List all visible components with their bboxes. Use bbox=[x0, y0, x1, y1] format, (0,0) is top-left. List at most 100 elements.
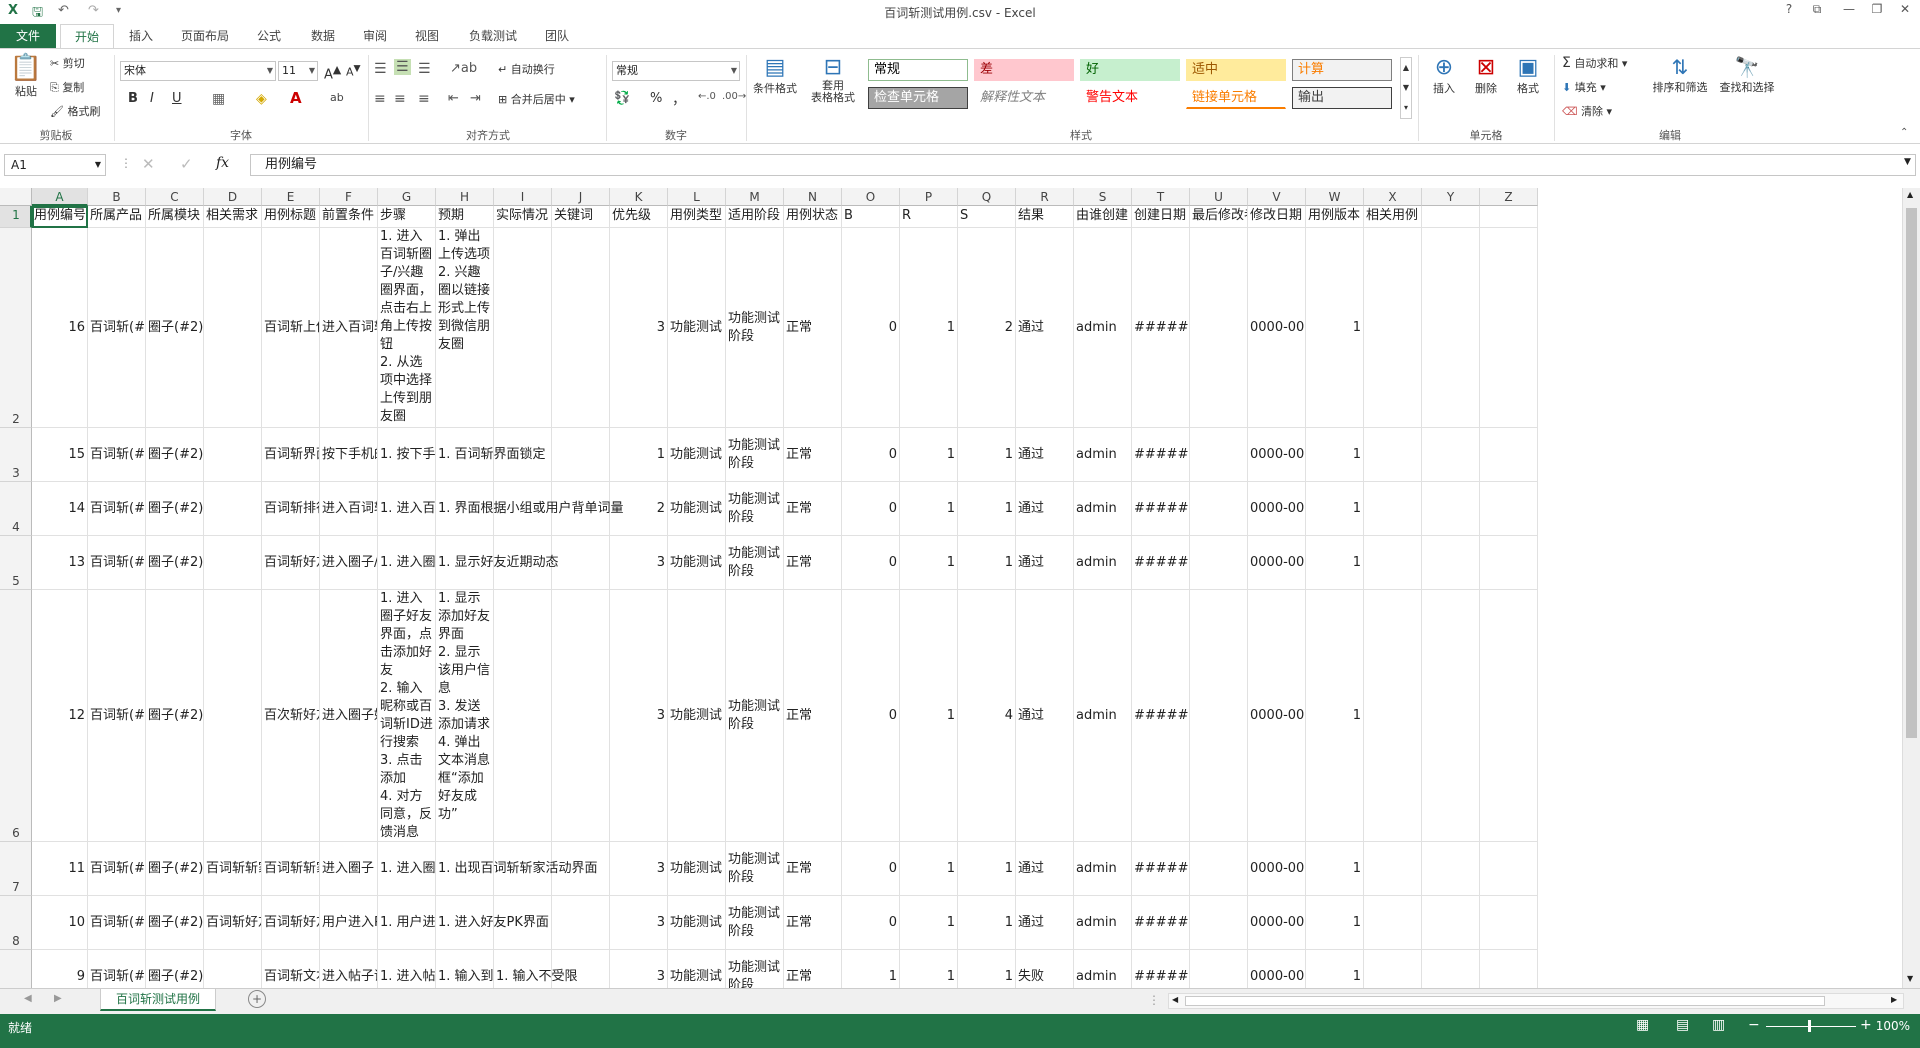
table-cell[interactable]: 0 bbox=[842, 228, 900, 428]
table-cell[interactable]: 百词斩好友 bbox=[262, 896, 320, 950]
font-name-select[interactable]: 宋体 ▼ bbox=[120, 61, 276, 81]
table-cell[interactable]: 16 bbox=[32, 228, 88, 428]
align-bottom-icon[interactable]: ☰ bbox=[418, 61, 431, 77]
table-cell[interactable]: 1 bbox=[1306, 590, 1364, 842]
table-cell[interactable] bbox=[1480, 482, 1538, 536]
fill-color-icon[interactable]: ◈ bbox=[256, 91, 267, 107]
fill-button[interactable]: ⬇ 填充 ▾ bbox=[1562, 79, 1606, 95]
row-header[interactable]: 2 bbox=[0, 228, 32, 428]
table-cell[interactable]: admin bbox=[1074, 536, 1132, 590]
table-cell[interactable]: 正常 bbox=[784, 536, 842, 590]
table-cell[interactable]: 1 bbox=[958, 536, 1016, 590]
tab-review[interactable]: 审阅 bbox=[352, 24, 398, 48]
table-cell[interactable] bbox=[1422, 896, 1480, 950]
table-cell[interactable]: 1. 进入百 bbox=[378, 482, 436, 536]
header-cell[interactable]: 相关需求 bbox=[204, 206, 262, 228]
table-cell[interactable]: 1. 进入圈子好友界面，点击添加好友 2. 输入昵称或百词斩ID进行搜索 3. … bbox=[378, 590, 436, 842]
column-header-x[interactable]: X bbox=[1364, 188, 1422, 206]
tab-formulas[interactable]: 公式 bbox=[246, 24, 292, 48]
table-cell[interactable]: 3 bbox=[610, 950, 668, 988]
table-cell[interactable]: 功能测试阶段 bbox=[726, 842, 784, 896]
table-cell[interactable]: 百词斩(#1 bbox=[88, 428, 146, 482]
table-cell[interactable]: 1 bbox=[1306, 428, 1364, 482]
clear-button[interactable]: ⌫ 清除 ▾ bbox=[1562, 103, 1612, 119]
ribbon-display-button[interactable]: ⧉ bbox=[1806, 2, 1828, 20]
tab-insert[interactable]: 插入 bbox=[118, 24, 164, 48]
table-cell[interactable]: 14 bbox=[32, 482, 88, 536]
table-cell[interactable] bbox=[552, 536, 610, 590]
scroll-up-icon[interactable]: ▲ bbox=[1907, 190, 1913, 199]
sheet-tab[interactable]: 百词斩测试用例 bbox=[100, 989, 216, 1011]
percent-button[interactable]: % bbox=[650, 91, 662, 106]
scroll-right-icon[interactable]: ▶ bbox=[1891, 995, 1897, 1004]
table-cell[interactable]: 1 bbox=[1306, 228, 1364, 428]
number-format-select[interactable]: 常规 ▼ bbox=[612, 61, 740, 81]
table-cell[interactable] bbox=[1480, 896, 1538, 950]
table-cell[interactable]: 0 bbox=[842, 842, 900, 896]
table-cell[interactable]: 百次斩好友 bbox=[262, 590, 320, 842]
table-cell[interactable]: 正常 bbox=[784, 590, 842, 842]
tab-view[interactable]: 视图 bbox=[404, 24, 450, 48]
zoom-in-icon[interactable]: + bbox=[1860, 1017, 1872, 1033]
header-cell[interactable]: 前置条件 bbox=[320, 206, 378, 228]
zoom-slider[interactable] bbox=[1766, 1026, 1856, 1027]
insert-function-button[interactable]: fx bbox=[216, 155, 229, 171]
table-cell[interactable]: 0000-00-0 bbox=[1248, 536, 1306, 590]
cell-style-9[interactable]: 输出 bbox=[1292, 87, 1392, 109]
cancel-icon[interactable]: ✕ bbox=[142, 155, 155, 173]
row-header[interactable]: 9 bbox=[0, 950, 32, 988]
table-cell[interactable]: 3 bbox=[610, 228, 668, 428]
row-header[interactable]: 4 bbox=[0, 482, 32, 536]
scroll-down-icon[interactable]: ▼ bbox=[1907, 974, 1913, 983]
table-cell[interactable] bbox=[1190, 536, 1248, 590]
header-cell[interactable]: 所属模块 bbox=[146, 206, 204, 228]
table-cell[interactable] bbox=[1480, 950, 1538, 988]
align-right-icon[interactable]: ≡ bbox=[418, 91, 430, 107]
header-cell[interactable]: 优先级 bbox=[610, 206, 668, 228]
column-header-p[interactable]: P bbox=[900, 188, 958, 206]
align-left-icon[interactable]: ≡ bbox=[374, 91, 386, 107]
collapse-ribbon-icon[interactable]: ⌃ bbox=[1900, 127, 1908, 138]
table-cell[interactable]: 1 bbox=[900, 428, 958, 482]
table-cell[interactable]: 圈子(#2) bbox=[146, 482, 204, 536]
table-cell[interactable] bbox=[1422, 228, 1480, 428]
table-cell[interactable]: 0 bbox=[842, 482, 900, 536]
cell-style-0[interactable]: 常规 bbox=[868, 59, 968, 81]
table-cell[interactable]: 通过 bbox=[1016, 842, 1074, 896]
cell-style-7[interactable]: 警告文本 bbox=[1080, 87, 1180, 109]
table-cell[interactable]: 1. 显示添加好友界面 2. 显示该用户信息 3. 发送添加请求 4. 弹出文本… bbox=[436, 590, 494, 842]
cell-style-4[interactable]: 计算 bbox=[1292, 59, 1392, 81]
table-cell[interactable]: 圈子(#2) bbox=[146, 228, 204, 428]
table-cell[interactable] bbox=[204, 590, 262, 842]
enter-icon[interactable]: ✓ bbox=[180, 155, 193, 173]
table-cell[interactable]: 15 bbox=[32, 428, 88, 482]
column-header-o[interactable]: O bbox=[842, 188, 900, 206]
column-header-k[interactable]: K bbox=[610, 188, 668, 206]
merge-center-button[interactable]: ⊞ 合并后居中 ▾ bbox=[498, 91, 575, 107]
table-cell[interactable]: 进入圈子好 bbox=[320, 590, 378, 842]
horizontal-scrollbar[interactable]: ◀ ▶ bbox=[1168, 993, 1904, 1009]
header-cell[interactable]: 预期 bbox=[436, 206, 494, 228]
table-cell[interactable] bbox=[1190, 482, 1248, 536]
column-header-r[interactable]: R bbox=[1016, 188, 1074, 206]
header-cell[interactable]: R bbox=[900, 206, 958, 228]
table-cell[interactable]: admin bbox=[1074, 228, 1132, 428]
table-cell[interactable]: 功能测试阶段 bbox=[726, 590, 784, 842]
column-header-j[interactable]: J bbox=[552, 188, 610, 206]
table-cell[interactable]: 0000-00-0 bbox=[1248, 228, 1306, 428]
table-cell[interactable]: 0 bbox=[842, 896, 900, 950]
table-cell[interactable]: 圈子(#2) bbox=[146, 842, 204, 896]
header-cell[interactable]: 结果 bbox=[1016, 206, 1074, 228]
delete-cells-button[interactable]: ⊠ 删除 bbox=[1466, 55, 1506, 96]
table-cell[interactable]: 用户进入P bbox=[320, 896, 378, 950]
table-cell[interactable]: 1 bbox=[900, 482, 958, 536]
table-cell[interactable]: 1 bbox=[1306, 842, 1364, 896]
header-cell[interactable]: 用例版本 bbox=[1306, 206, 1364, 228]
table-cell[interactable]: ######## bbox=[1132, 228, 1190, 428]
table-cell[interactable]: 功能测试 bbox=[668, 428, 726, 482]
sort-filter-button[interactable]: ⇅ 排序和筛选 bbox=[1650, 55, 1710, 95]
table-cell[interactable]: 按下手机的 bbox=[320, 428, 378, 482]
table-cell[interactable]: 1 bbox=[958, 896, 1016, 950]
normal-view-icon[interactable]: ▦ bbox=[1636, 1017, 1649, 1033]
cell-style-2[interactable]: 好 bbox=[1080, 59, 1180, 81]
